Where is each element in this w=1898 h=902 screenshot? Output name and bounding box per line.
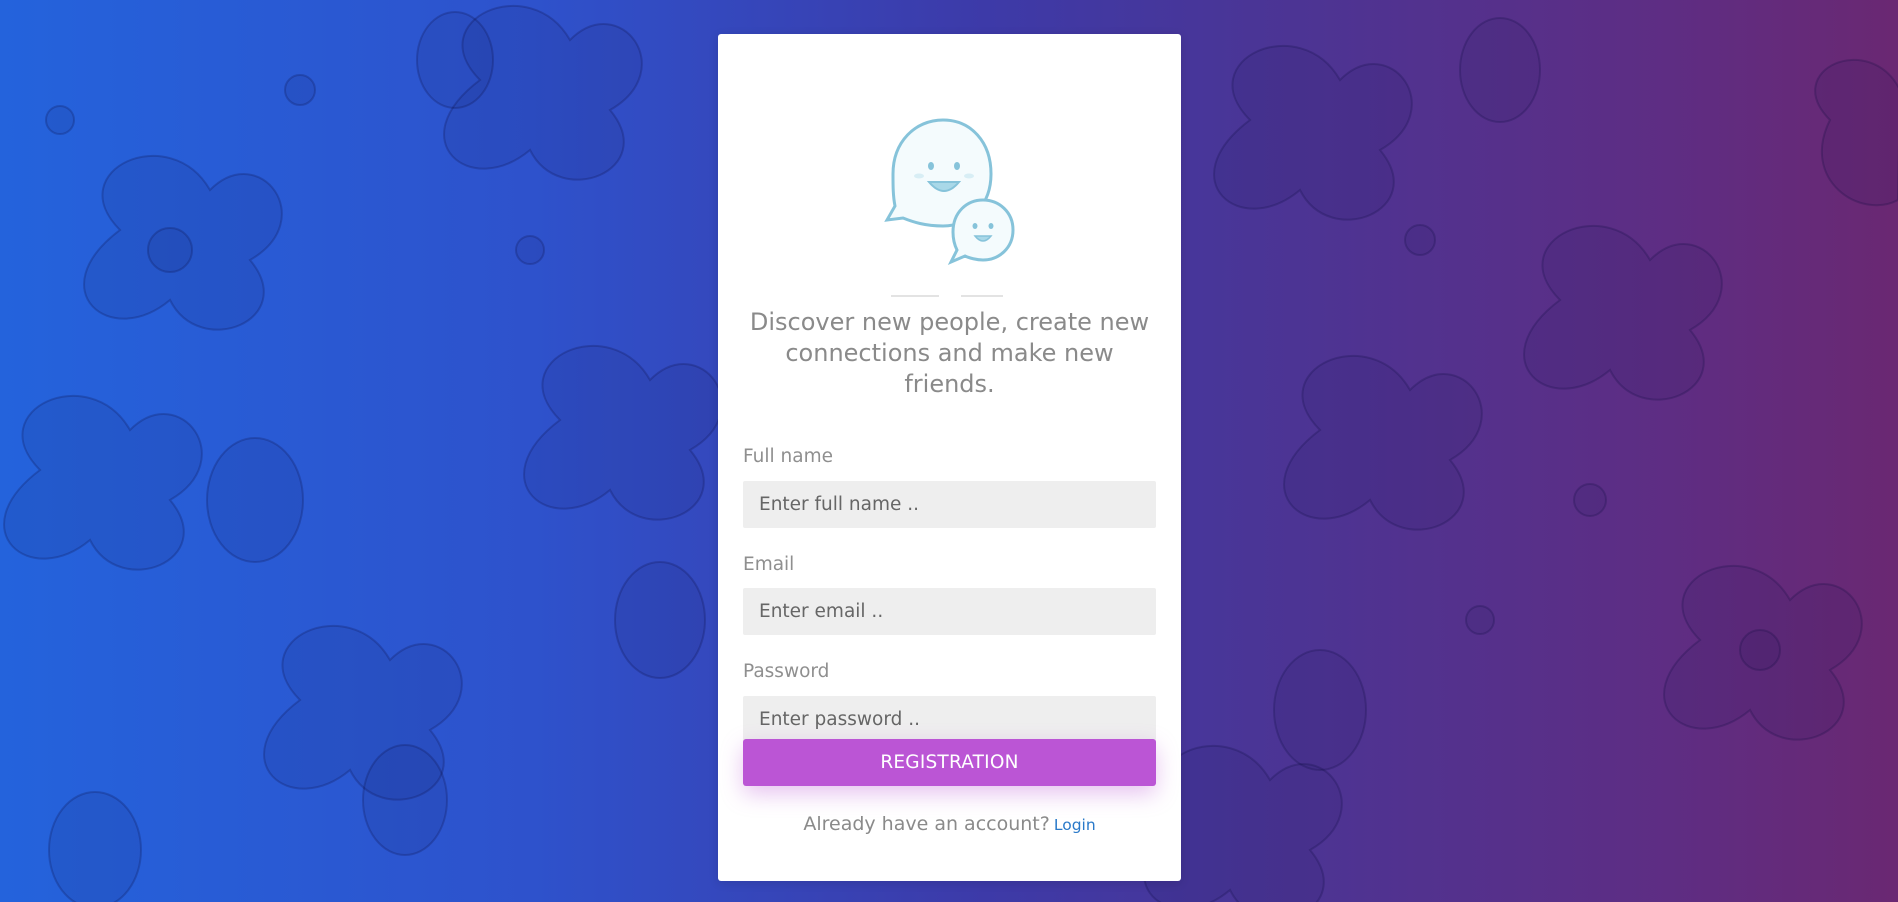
tagline: Discover new people, create new connecti… bbox=[749, 308, 1150, 398]
login-link[interactable]: Login bbox=[1054, 816, 1096, 834]
registration-card: Discover new people, create new connecti… bbox=[718, 34, 1181, 881]
chat-bubbles-smiling-icon bbox=[884, 118, 1015, 297]
email-input[interactable] bbox=[743, 588, 1156, 635]
registration-button[interactable]: REGISTRATION bbox=[743, 739, 1156, 786]
password-input[interactable] bbox=[743, 696, 1156, 743]
password-label: Password bbox=[743, 661, 830, 682]
login-prompt: Already have an account? Login bbox=[718, 812, 1181, 837]
full-name-input[interactable] bbox=[743, 481, 1156, 528]
full-name-label: Full name bbox=[743, 446, 833, 467]
login-prompt-text: Already have an account? bbox=[803, 813, 1050, 835]
email-label: Email bbox=[743, 554, 795, 575]
